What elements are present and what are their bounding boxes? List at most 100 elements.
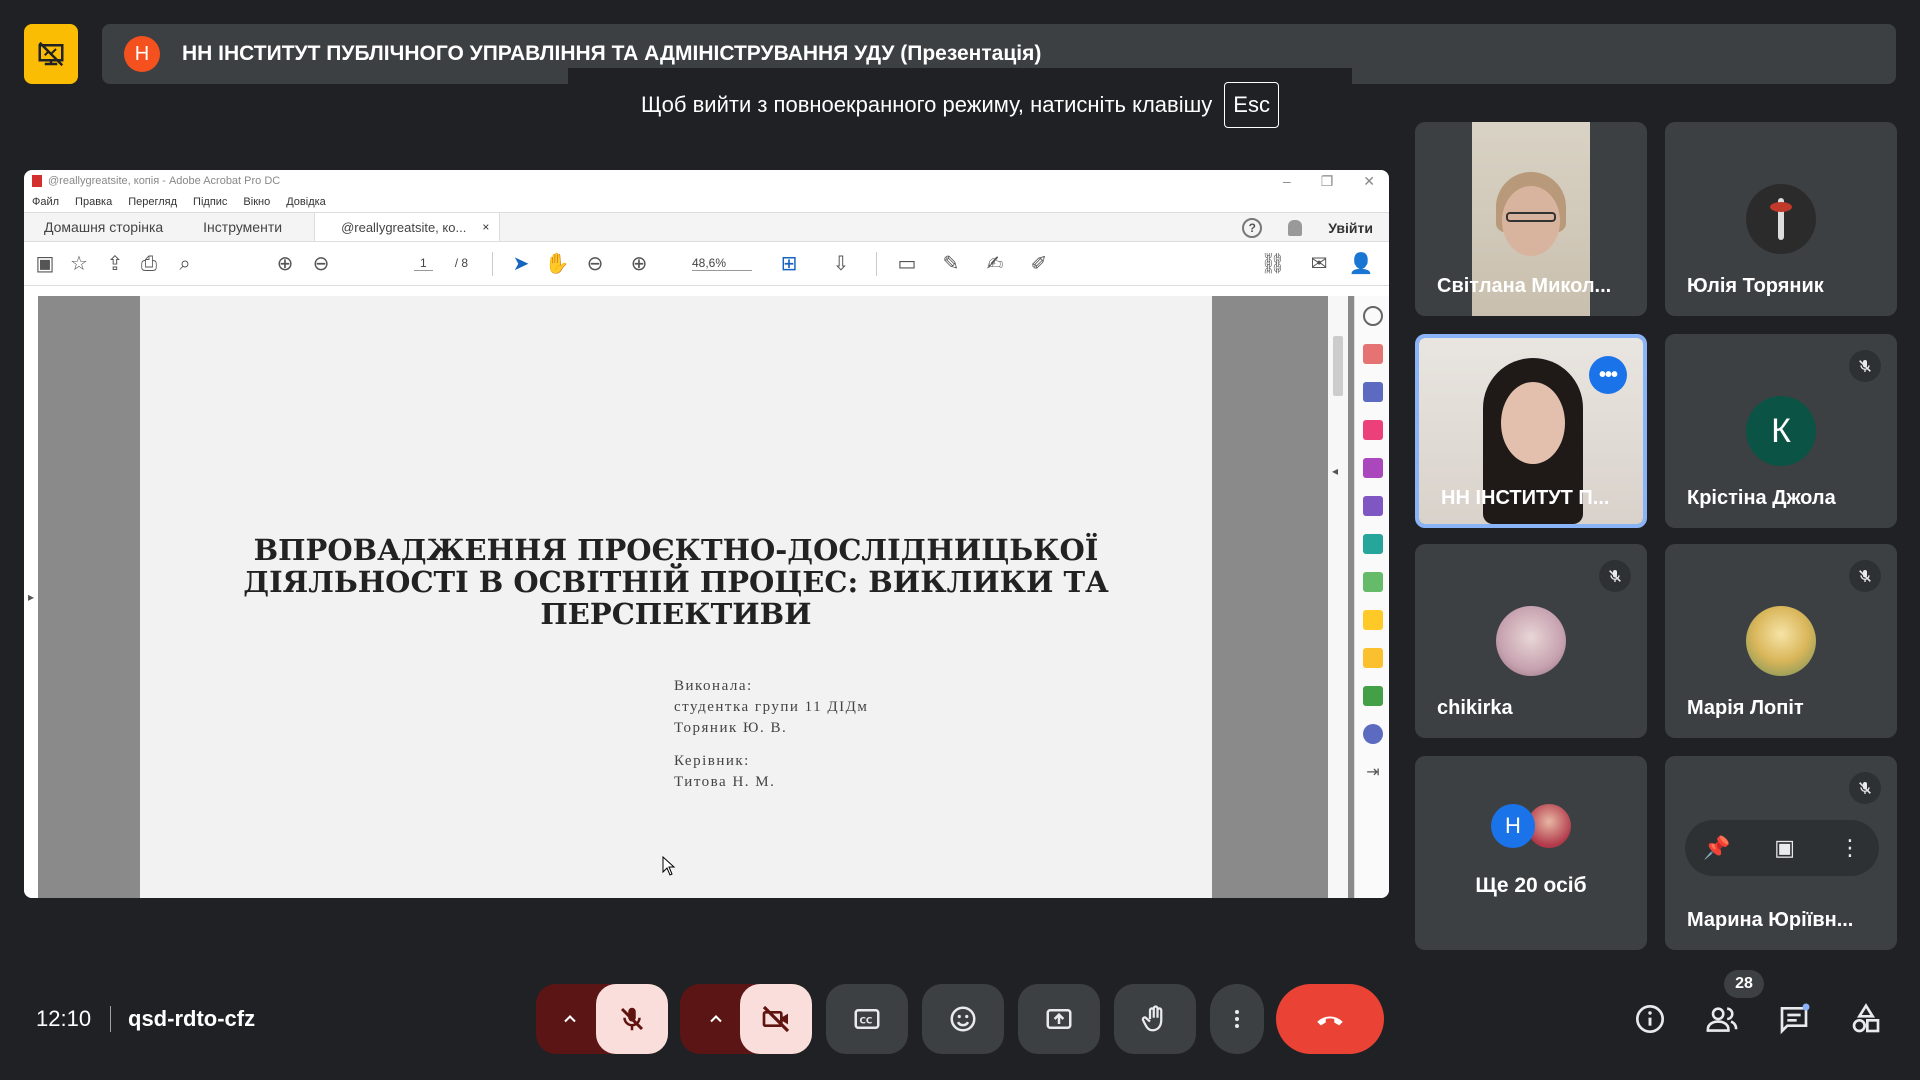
upload-icon[interactable]: ⇪	[104, 253, 126, 275]
draw-icon[interactable]: ✍	[984, 253, 1006, 275]
star-icon[interactable]: ☆	[68, 253, 90, 275]
menu-help[interactable]: Довідка	[286, 196, 326, 208]
reactions-button[interactable]	[922, 984, 1004, 1054]
tab-tools[interactable]: Інструменти	[183, 213, 302, 241]
tab-document[interactable]: @reallygreatsite, ко... ×	[314, 213, 501, 241]
select-cursor-icon[interactable]: ➤	[510, 253, 532, 275]
close-icon[interactable]: ✕	[1363, 173, 1375, 190]
search-icon[interactable]: ⌕	[174, 253, 196, 275]
print-production-icon[interactable]	[1363, 686, 1383, 706]
more-options-button[interactable]: •••	[1589, 356, 1627, 394]
acrobat-menu-bar: Файл Правка Перегляд Підпис Вікно Довідк…	[24, 192, 1389, 212]
present-screen-icon	[1046, 1009, 1072, 1029]
zoom-tool-icon[interactable]	[1363, 306, 1383, 326]
toolbar-separator	[876, 252, 877, 276]
meeting-details-button[interactable]	[1632, 1001, 1668, 1037]
activities-icon	[1852, 1003, 1880, 1033]
organize-icon[interactable]	[1363, 420, 1383, 440]
mail-icon[interactable]: ✉	[1308, 253, 1330, 275]
meeting-clock: 12:10	[36, 1006, 92, 1031]
people-button[interactable]	[1704, 1001, 1740, 1037]
vertical-scrollbar[interactable]	[1328, 296, 1348, 898]
document-title-line: ПЕРСПЕКТИВИ	[540, 597, 812, 631]
menu-window[interactable]: Вікно	[243, 196, 270, 208]
present-screen-button[interactable]	[1018, 984, 1100, 1054]
raise-hand-button[interactable]	[1114, 984, 1196, 1054]
create-pdf-icon[interactable]	[1363, 344, 1383, 364]
page-total: / 8	[454, 256, 469, 270]
expand-tools-icon[interactable]: ⇥	[1363, 762, 1383, 782]
author-group: студентка групи 11 ДІДм	[674, 699, 869, 715]
chat-button[interactable]	[1776, 1001, 1812, 1037]
hand-icon[interactable]: ✋	[545, 253, 570, 275]
print-icon[interactable]: ⎙	[138, 253, 160, 275]
more-options-button[interactable]	[1210, 984, 1264, 1054]
chevron-up-icon	[564, 1015, 576, 1023]
page-up-icon[interactable]: ⊕	[274, 253, 296, 275]
participant-name: chikirka	[1437, 697, 1513, 719]
scroll-thumb[interactable]	[1333, 336, 1343, 396]
page-down-icon[interactable]: ⊖	[310, 253, 332, 275]
leave-call-button[interactable]	[1276, 984, 1384, 1054]
captions-icon: CC	[854, 1009, 880, 1029]
expand-left-icon[interactable]: ▸	[28, 590, 34, 604]
camera-off-icon	[762, 1005, 790, 1033]
frame-icon[interactable]: ▣	[1774, 835, 1795, 861]
more-tools-icon[interactable]	[1363, 724, 1383, 744]
more-vert-icon[interactable]: ⋮	[1839, 835, 1861, 861]
bell-icon[interactable]	[1288, 220, 1303, 236]
export-icon[interactable]	[1363, 458, 1383, 478]
tab-home[interactable]: Домашня сторінка	[24, 213, 183, 241]
participant-tile[interactable]: Марія Лопіт	[1665, 544, 1897, 738]
activities-button[interactable]	[1848, 1001, 1884, 1037]
add-user-icon[interactable]: 👤	[1349, 253, 1374, 275]
participant-tile[interactable]: Юлія Торяник	[1665, 122, 1897, 316]
comment-tool-icon[interactable]	[1363, 648, 1383, 668]
scroll-mode-icon[interactable]: ⇩	[830, 253, 852, 275]
highlight-icon[interactable]: ✎	[940, 253, 962, 275]
captions-button[interactable]: CC	[826, 984, 908, 1054]
menu-edit[interactable]: Правка	[75, 196, 112, 208]
participant-tile[interactable]: 📌 ▣ ⋮ Марина Юріївн...	[1665, 756, 1897, 950]
zoom-level[interactable]: 48,6%	[692, 256, 752, 271]
participant-tile-active[interactable]: ••• НН ІНСТИТУТ П...	[1415, 334, 1647, 528]
tab-close-icon[interactable]: ×	[482, 220, 489, 234]
help-icon[interactable]: ?	[1242, 218, 1263, 238]
mic-off-icon	[1849, 560, 1881, 592]
participant-tile[interactable]: chikirka	[1415, 544, 1647, 738]
more-participants-tile[interactable]: Н Ще 20 осіб	[1415, 756, 1647, 950]
protect-icon[interactable]	[1363, 610, 1383, 630]
menu-sign[interactable]: Підпис	[193, 196, 227, 208]
zoom-out-icon[interactable]: ⊖	[584, 253, 606, 275]
chevron-up-icon	[710, 1015, 722, 1023]
microphone-toggle-button[interactable]	[596, 984, 668, 1054]
restore-icon[interactable]: ❐	[1321, 173, 1334, 190]
participant-tile[interactable]: Світлана Микол...	[1415, 122, 1647, 316]
page-current[interactable]: 1	[414, 256, 433, 271]
presentation-off-button[interactable]	[24, 24, 78, 84]
document-title-line: ДІЯЛЬНОСТІ В ОСВІТНІЙ ПРОЦЕС: ВИКЛИКИ ТА	[243, 565, 1109, 599]
sign-icon[interactable]	[1363, 496, 1383, 516]
participant-tile[interactable]: К Крістіна Джола	[1665, 334, 1897, 528]
document-viewer[interactable]: ▸ ВПРОВАДЖЕННЯ ПРОЄКТНО-ДОСЛІДНИЦЬКОЇ ДІ…	[24, 296, 1354, 898]
compare-icon[interactable]	[1363, 572, 1383, 592]
acrobat-window-title: @reallygreatsite, копія - Adobe Acrobat …	[48, 175, 281, 187]
camera-toggle-button[interactable]	[740, 984, 812, 1054]
pdf-icon	[32, 175, 42, 187]
fill-sign-icon[interactable]: ✐	[1028, 253, 1050, 275]
presenter-avatar: Н	[124, 36, 160, 72]
toolbar-separator	[492, 252, 493, 276]
fit-page-icon[interactable]: ⊞	[778, 253, 800, 275]
collapse-right-icon[interactable]: ◂	[1332, 464, 1338, 478]
save-icon[interactable]: ▣	[34, 253, 56, 275]
minimize-icon[interactable]: –	[1283, 173, 1291, 190]
menu-view[interactable]: Перегляд	[128, 196, 177, 208]
link-icon[interactable]: ⛓	[1260, 253, 1285, 275]
login-button[interactable]: Увійти	[1328, 220, 1373, 236]
zoom-in-icon[interactable]: ⊕	[628, 253, 650, 275]
edit-pdf-icon[interactable]	[1363, 382, 1383, 402]
menu-file[interactable]: Файл	[32, 196, 59, 208]
pin-icon[interactable]: 📌	[1703, 835, 1730, 861]
comment-icon[interactable]: ▭	[896, 253, 918, 275]
compress-icon[interactable]	[1363, 534, 1383, 554]
